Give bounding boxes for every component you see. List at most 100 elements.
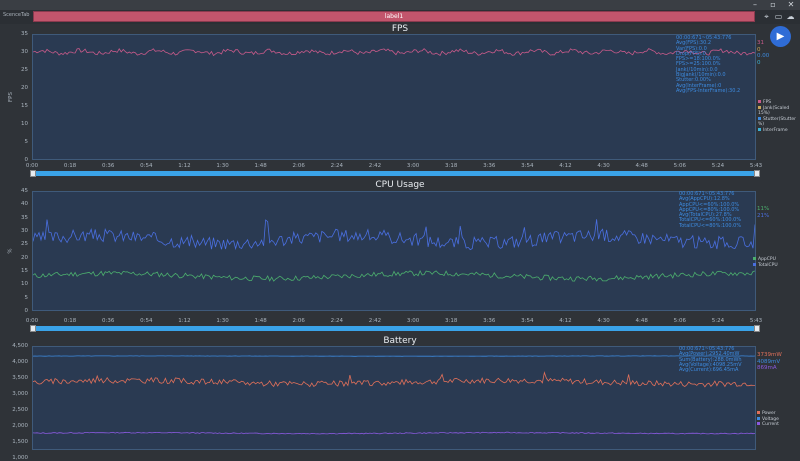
legend-swatch [757, 422, 760, 425]
y-tick-label: 15 [21, 268, 28, 274]
x-tick-label: 0:36 [102, 318, 115, 324]
battery-plot[interactable] [32, 346, 756, 450]
x-tick-label: 3:36 [483, 318, 496, 324]
x-tick-label: 0:36 [102, 163, 115, 169]
cpu-scrollbar[interactable] [30, 325, 760, 332]
x-tick-label: 0:54 [140, 318, 153, 324]
x-tick-label: 4:12 [559, 318, 572, 324]
fps-current-values: 31 0 0.00 0 [757, 40, 769, 66]
x-tick-label: 1:48 [254, 163, 267, 169]
close-icon[interactable]: ✕ [782, 0, 800, 10]
x-tick-label: 5:24 [711, 163, 725, 169]
current-line [33, 431, 755, 435]
fps-y-axis-label: FPS [7, 92, 14, 102]
x-tick-label: 3:54 [521, 163, 534, 169]
scroll-handle-right[interactable] [754, 170, 760, 177]
x-tick-label: 3:00 [406, 318, 420, 324]
cpu-y-axis-label: % [7, 248, 14, 254]
stat-line: Avg(FPS-InterFrame):30.2 [676, 87, 741, 94]
x-tick-label: 1:30 [216, 163, 229, 169]
legend-swatch [753, 262, 756, 266]
x-tick-label: 3:18 [444, 163, 458, 169]
x-tick-label: 2:06 [292, 318, 305, 324]
voltage-line [33, 355, 755, 357]
x-tick-label: 2:42 [368, 163, 382, 169]
scroll-handle-left[interactable] [30, 325, 36, 332]
series-layer [33, 219, 755, 282]
legend-swatch [758, 127, 761, 131]
legend-label: FPS [763, 100, 772, 105]
folder-icon[interactable]: ▭ [774, 12, 783, 21]
x-tick-label: 5:06 [673, 163, 686, 169]
x-tick-label: 4:30 [597, 318, 610, 324]
cpu-chart-title: CPU Usage [375, 180, 425, 190]
legend-label: Voltage [762, 416, 779, 422]
series-layer [33, 48, 755, 57]
current-value: 0.00 [757, 53, 770, 59]
y-tick-label: 5 [24, 294, 29, 301]
current-value: 3739mW [757, 352, 782, 358]
x-tick-label: 4:12 [559, 163, 572, 169]
legend-label: AppCPU [758, 257, 776, 262]
y-tick-label: 45 [21, 188, 28, 194]
location-icon[interactable]: ⌖ [762, 12, 771, 21]
y-tick-label: 5 [24, 139, 29, 145]
y-tick-label: 25 [21, 241, 28, 248]
x-tick-label: 1:12 [178, 163, 191, 169]
legend-label: Power [762, 411, 776, 416]
x-tick-label: 2:06 [292, 163, 305, 169]
y-tick-label: 0 [24, 308, 29, 314]
cpu-plot[interactable] [32, 191, 756, 311]
legend-label: TotalCPU [758, 262, 778, 268]
x-tick-label: 2:42 [368, 318, 382, 324]
battery-legend: Power Voltage Current [757, 411, 779, 428]
y-tick-label: 10 [21, 121, 28, 127]
legend-label: Jank(Scaled 15%) [758, 105, 790, 117]
legend-swatch [757, 416, 760, 420]
x-tick-label: 3:36 [483, 163, 496, 169]
legend-label: InterFrame [763, 127, 788, 133]
legend-label: Current [762, 422, 779, 427]
scroll-handle-right[interactable] [754, 325, 760, 332]
x-tick-label: 1:48 [254, 318, 267, 324]
maximize-icon[interactable]: ▫ [764, 0, 782, 10]
legend-item: Current [757, 422, 779, 428]
series-layer [33, 355, 755, 435]
app-cpu-line [33, 269, 755, 282]
y-tick-label: 30 [21, 228, 28, 234]
label-bar[interactable]: label1 [33, 11, 755, 22]
power-line [33, 371, 755, 388]
fps-plot[interactable] [32, 34, 756, 160]
cpu-stats: 00:00:671~05:43:776 Avg(AppCPU):12.8% AppC… [679, 191, 742, 229]
battery-stats: 00:00:671~05:43:776 Avg(Power):2952.40mW S… [679, 346, 742, 374]
x-tick-label: 4:30 [597, 163, 610, 169]
x-tick-label: 0:18 [63, 318, 77, 324]
title-bar: – ▫ ✕ [0, 0, 800, 10]
scroll-handle-left[interactable] [30, 170, 36, 177]
x-tick-label: 0:54 [140, 163, 153, 169]
legend-item: InterFrame [758, 127, 800, 134]
legend-swatch [758, 100, 761, 103]
y-tick-label: 35 [21, 31, 28, 37]
scene-tab[interactable]: ScenceTab [3, 12, 29, 18]
x-tick-label: 3:00 [406, 163, 420, 169]
minimize-icon[interactable]: – [746, 0, 764, 10]
battery-current-values: 3739mW 4089mV 869mA [757, 352, 782, 372]
current-value: 21% [757, 212, 770, 219]
current-value: 11% [757, 206, 770, 212]
cloud-icon[interactable]: ☁ [786, 12, 795, 21]
stat-line: Avg(Current):696.45mA [679, 367, 739, 374]
x-tick-label: 4:48 [635, 318, 648, 324]
y-tick-label: 1,500 [12, 439, 28, 445]
fps-chart-title: FPS [391, 24, 409, 34]
x-tick-label: 1:12 [178, 318, 191, 324]
x-tick-label: 3:18 [444, 318, 458, 324]
fps-scrollbar[interactable] [30, 170, 760, 177]
stat-line: TotalCPU<=80%:100.0% [679, 222, 742, 229]
current-value: 869mA [757, 365, 777, 371]
legend-item: TotalCPU [753, 262, 778, 269]
cpu-legend: AppCPU TotalCPU [753, 257, 778, 268]
x-tick-label: 5:43 [749, 163, 763, 169]
legend-swatch [758, 116, 761, 120]
legend-swatch [758, 105, 761, 109]
